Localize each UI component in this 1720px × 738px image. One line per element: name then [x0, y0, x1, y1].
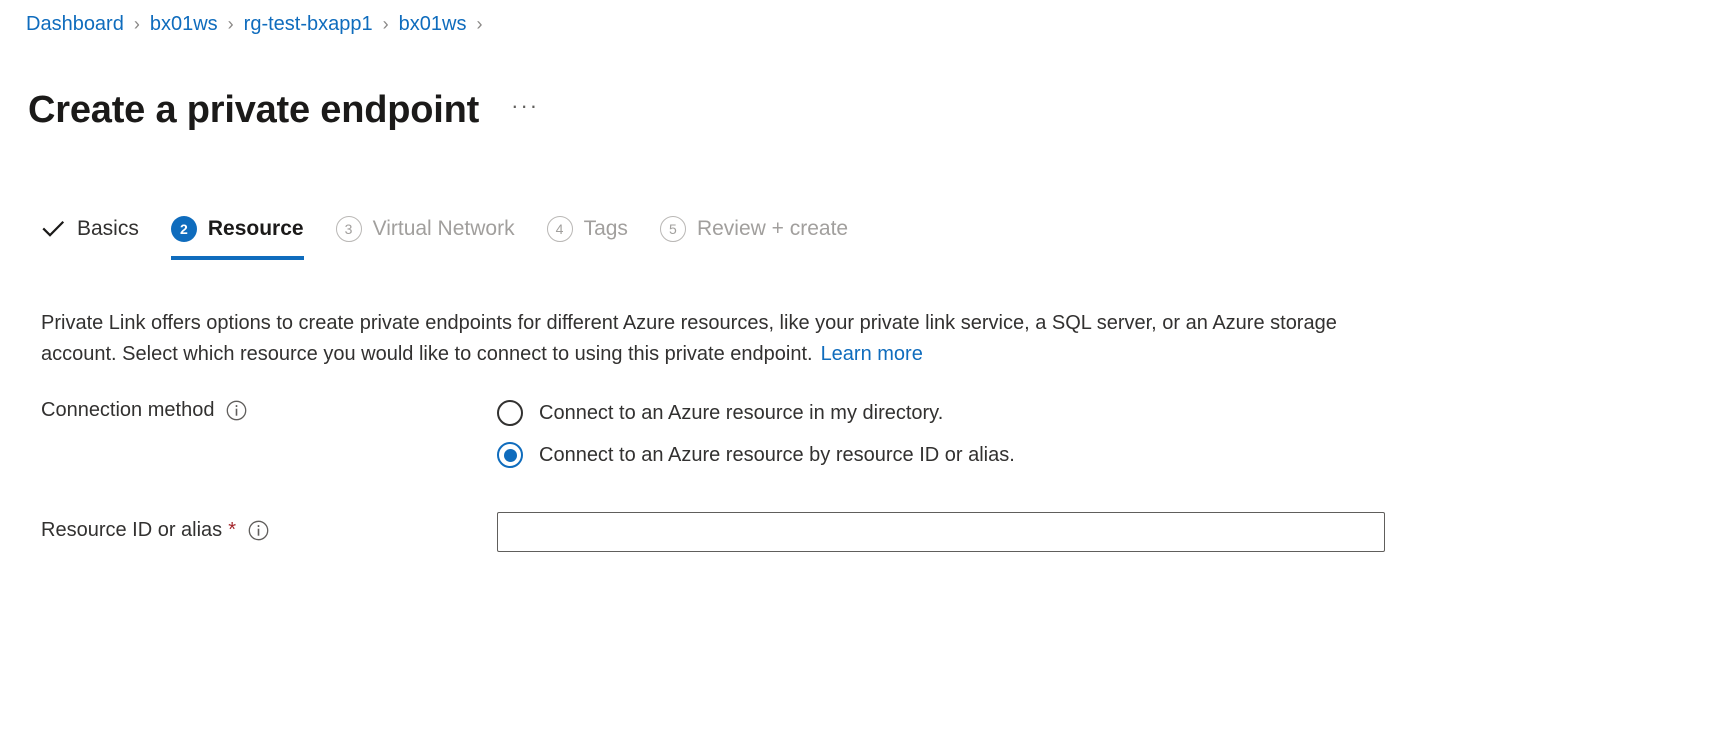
- tab-virtual-network-label: Virtual Network: [372, 217, 515, 240]
- tab-tags-label: Tags: [583, 217, 628, 240]
- chevron-right-icon: ›: [476, 14, 483, 34]
- chevron-right-icon: ›: [133, 14, 140, 34]
- active-tab-indicator: [170, 256, 304, 260]
- tab-basics-label: Basics: [77, 217, 139, 240]
- radio-connect-directory-label: Connect to an Azure resource in my direc…: [539, 402, 944, 424]
- tab-review-create[interactable]: 5 Review + create: [659, 206, 849, 256]
- info-icon[interactable]: [248, 520, 269, 541]
- step-number-badge-2: 2: [170, 216, 197, 242]
- radio-selected-icon: [497, 442, 523, 468]
- tab-virtual-network[interactable]: 3 Virtual Network: [335, 206, 515, 256]
- connection-method-label: Connection method: [41, 399, 215, 421]
- breadcrumb-item-bx01ws-2[interactable]: bx01ws: [399, 10, 467, 38]
- tab-basics[interactable]: Basics: [40, 206, 139, 256]
- required-asterisk: *: [228, 519, 236, 541]
- radio-connect-resource-id-label: Connect to an Azure resource by resource…: [539, 444, 1015, 466]
- connection-method-label-group: Connection method: [41, 392, 497, 424]
- connection-method-row: Connection method Connect to an Azure re…: [41, 392, 1015, 476]
- connection-method-radio-group: Connect to an Azure resource in my direc…: [497, 392, 1015, 476]
- breadcrumb-item-rg-test-bxapp1[interactable]: rg-test-bxapp1: [244, 10, 373, 38]
- step-number-badge-5: 5: [659, 216, 686, 242]
- resource-id-label-group: Resource ID or alias *: [41, 512, 497, 544]
- resource-step-description: Private Link offers options to create pr…: [41, 308, 1386, 370]
- breadcrumb: Dashboard › bx01ws › rg-test-bxapp1 › bx…: [26, 10, 492, 38]
- tab-review-create-label: Review + create: [696, 217, 849, 240]
- more-actions-icon[interactable]: ···: [507, 90, 543, 130]
- page-header: Create a private endpoint ···: [28, 60, 543, 161]
- learn-more-link[interactable]: Learn more: [821, 343, 923, 365]
- checkmark-icon: [40, 216, 66, 242]
- chevron-right-icon: ›: [382, 14, 389, 34]
- tab-resource-label: Resource: [207, 217, 304, 240]
- radio-unselected-icon: [497, 400, 523, 426]
- radio-dot: [503, 448, 517, 462]
- radio-connect-resource-id[interactable]: Connect to an Azure resource by resource…: [497, 434, 1015, 476]
- page-title: Create a private endpoint: [28, 89, 480, 132]
- breadcrumb-item-dashboard[interactable]: Dashboard: [26, 10, 124, 38]
- radio-connect-directory[interactable]: Connect to an Azure resource in my direc…: [497, 392, 1015, 434]
- resource-id-input[interactable]: [497, 512, 1385, 552]
- resource-id-label: Resource ID or alias: [41, 519, 223, 541]
- resource-id-row: Resource ID or alias *: [41, 512, 1385, 552]
- wizard-tabs: Basics 2 Resource 3 Virtual Network 4 Ta…: [40, 206, 880, 260]
- tab-resource[interactable]: 2 Resource: [170, 206, 304, 260]
- chevron-right-icon: ›: [227, 14, 234, 34]
- description-text: Private Link offers options to create pr…: [41, 312, 1337, 365]
- step-number-badge-4: 4: [546, 216, 573, 242]
- info-icon[interactable]: [226, 400, 247, 421]
- breadcrumb-item-bx01ws[interactable]: bx01ws: [150, 10, 218, 38]
- create-private-endpoint-page: Dashboard › bx01ws › rg-test-bxapp1 › bx…: [0, 0, 1720, 738]
- tab-tags[interactable]: 4 Tags: [546, 206, 628, 256]
- step-number-badge-3: 3: [335, 216, 362, 242]
